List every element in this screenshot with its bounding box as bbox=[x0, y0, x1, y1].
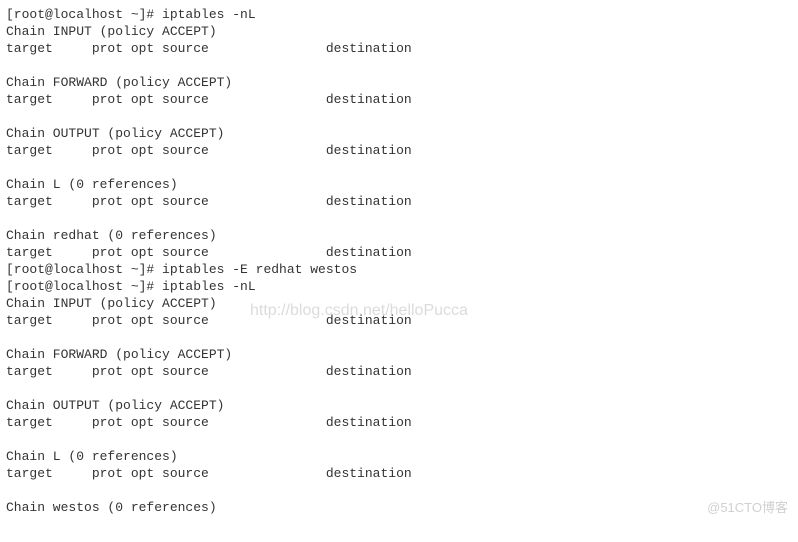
terminal-line bbox=[6, 431, 792, 448]
terminal-line: target prot opt source destination bbox=[6, 312, 792, 329]
terminal-line bbox=[6, 380, 792, 397]
terminal-line: [root@localhost ~]# iptables -nL bbox=[6, 6, 792, 23]
terminal-line: target prot opt source destination bbox=[6, 363, 792, 380]
terminal-line: Chain redhat (0 references) bbox=[6, 227, 792, 244]
terminal-line: Chain INPUT (policy ACCEPT) bbox=[6, 295, 792, 312]
terminal-line: target prot opt source destination bbox=[6, 244, 792, 261]
terminal-line: target prot opt source destination bbox=[6, 465, 792, 482]
terminal-line: target prot opt source destination bbox=[6, 40, 792, 57]
terminal-line: Chain INPUT (policy ACCEPT) bbox=[6, 23, 792, 40]
terminal-line: Chain westos (0 references) bbox=[6, 499, 792, 516]
terminal-line: Chain L (0 references) bbox=[6, 448, 792, 465]
terminal-line: Chain OUTPUT (policy ACCEPT) bbox=[6, 397, 792, 414]
terminal-line: target prot opt source destination bbox=[6, 414, 792, 431]
terminal-line bbox=[6, 482, 792, 499]
terminal-line bbox=[6, 329, 792, 346]
terminal-line bbox=[6, 210, 792, 227]
terminal-line bbox=[6, 108, 792, 125]
terminal-line bbox=[6, 57, 792, 74]
terminal-line: Chain FORWARD (policy ACCEPT) bbox=[6, 74, 792, 91]
terminal-line: Chain L (0 references) bbox=[6, 176, 792, 193]
terminal-line bbox=[6, 159, 792, 176]
terminal-line: target prot opt source destination bbox=[6, 91, 792, 108]
terminal-line: target prot opt source destination bbox=[6, 142, 792, 159]
terminal-line: target prot opt source destination bbox=[6, 193, 792, 210]
terminal-line: Chain OUTPUT (policy ACCEPT) bbox=[6, 125, 792, 142]
terminal-line: [root@localhost ~]# iptables -nL bbox=[6, 278, 792, 295]
terminal-line: [root@localhost ~]# iptables -E redhat w… bbox=[6, 261, 792, 278]
terminal-line: Chain FORWARD (policy ACCEPT) bbox=[6, 346, 792, 363]
